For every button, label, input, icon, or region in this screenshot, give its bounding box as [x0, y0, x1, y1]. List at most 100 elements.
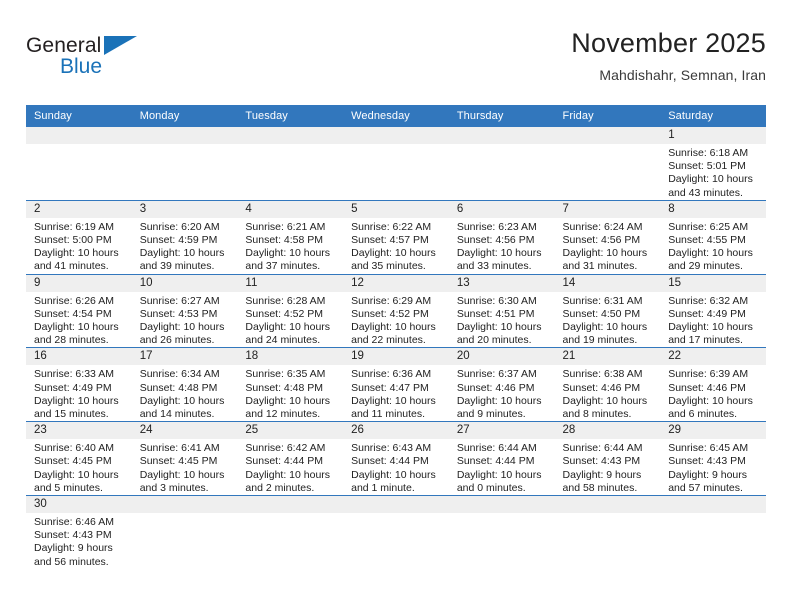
sunset-text: Sunset: 4:46 PM: [562, 381, 641, 394]
page-title: November 2025: [571, 28, 766, 58]
day-number: [26, 127, 132, 144]
day-details: Sunrise: 6:45 AM Sunset: 4:43 PM Daylight:…: [660, 439, 766, 495]
calendar-cell-empty: [343, 127, 449, 201]
daylight-text-line2: and 33 minutes.: [456, 260, 532, 273]
calendar-day-cell[interactable]: 13 Sunrise: 6:30 AM Sunset: 4:51 PM Dayligh…: [448, 273, 555, 348]
sunrise-text: Sunrise: 6:34 AM: [139, 368, 220, 381]
calendar-day-cell[interactable]: 26 Sunrise: 6:43 AM Sunset: 4:44 PM Dayligh…: [343, 421, 449, 496]
calendar-day-cell[interactable]: 12 Sunrise: 6:29 AM Sunset: 4:52 PM Dayligh…: [343, 273, 449, 348]
sunrise-text: Sunrise: 6:26 AM: [34, 294, 114, 307]
calendar-day-cell[interactable]: 28 Sunrise: 6:44 AM Sunset: 4:43 PM Dayligh…: [554, 421, 661, 496]
daylight-text-line1: Daylight: 10 hours: [456, 394, 542, 407]
calendar-cell-empty: [660, 495, 766, 569]
calendar-cell-empty: [554, 495, 661, 569]
day-details: Sunrise: 6:24 AM Sunset: 4:56 PM Daylight:…: [555, 218, 661, 274]
day-number: 14: [554, 274, 661, 292]
sunrise-text: Sunrise: 6:45 AM: [668, 442, 749, 455]
daylight-text-line1: Daylight: 10 hours: [668, 173, 753, 186]
daylight-text-line1: Daylight: 10 hours: [668, 321, 753, 334]
weekday-header-row: Sunday Monday Tuesday Wednesday Thursday…: [26, 105, 766, 127]
calendar-day-cell[interactable]: 6 Sunrise: 6:23 AM Sunset: 4:56 PM Daylight…: [448, 199, 555, 275]
sunrise-text: Sunrise: 6:42 AM: [245, 442, 326, 455]
day-details: Sunrise: 6:32 AM Sunset: 4:49 PM Daylight:…: [660, 292, 766, 348]
daylight-text-line2: and 58 minutes.: [562, 481, 638, 494]
day-details: Sunrise: 6:28 AM Sunset: 4:52 PM Daylight:…: [237, 292, 343, 348]
daylight-text-line1: Daylight: 10 hours: [351, 394, 436, 407]
day-details: Sunrise: 6:22 AM Sunset: 4:57 PM Daylight:…: [343, 218, 449, 274]
sunset-text: Sunset: 4:49 PM: [668, 307, 746, 320]
daylight-text-line2: and 5 minutes.: [34, 481, 103, 494]
calendar-day-cell[interactable]: 23 Sunrise: 6:40 AM Sunset: 4:45 PM Dayligh…: [26, 421, 132, 496]
sunrise-text: Sunrise: 6:37 AM: [456, 368, 537, 381]
sunrise-text: Sunrise: 6:32 AM: [668, 294, 749, 307]
day-number: 28: [554, 422, 661, 440]
calendar-day-cell[interactable]: 16 Sunrise: 6:33 AM Sunset: 4:49 PM Dayligh…: [26, 347, 132, 422]
calendar-day-cell[interactable]: 25 Sunrise: 6:42 AM Sunset: 4:44 PM Dayligh…: [237, 421, 344, 496]
day-details: Sunrise: 6:39 AM Sunset: 4:46 PM Daylight:…: [660, 365, 766, 421]
daylight-text-line2: and 1 minute.: [351, 481, 415, 494]
day-number: 24: [131, 422, 238, 440]
calendar-day-cell[interactable]: 9 Sunrise: 6:26 AM Sunset: 4:54 PM Daylight…: [26, 273, 132, 348]
calendar-week-row: 9 Sunrise: 6:26 AM Sunset: 4:54 PM Daylight…: [26, 273, 766, 348]
day-number: 29: [660, 422, 766, 440]
calendar-day-cell[interactable]: 17 Sunrise: 6:34 AM Sunset: 4:48 PM Dayligh…: [131, 347, 238, 422]
brand-name-general: General: [26, 34, 102, 57]
sunset-text: Sunset: 4:44 PM: [245, 455, 324, 468]
calendar-day-cell[interactable]: 8 Sunrise: 6:25 AM Sunset: 4:55 PM Daylight…: [660, 199, 766, 275]
calendar-day-cell[interactable]: 1 Sunrise: 6:18 AM Sunset: 5:01 PM Daylight…: [660, 127, 766, 201]
calendar-day-cell[interactable]: 10 Sunrise: 6:27 AM Sunset: 4:53 PM Dayligh…: [131, 273, 238, 348]
daylight-text-line2: and 2 minutes.: [245, 481, 315, 494]
calendar-day-cell[interactable]: 4 Sunrise: 6:21 AM Sunset: 4:58 PM Daylight…: [237, 199, 344, 275]
calendar-day-cell[interactable]: 20 Sunrise: 6:37 AM Sunset: 4:46 PM Dayligh…: [448, 347, 555, 422]
calendar-day-cell[interactable]: 19 Sunrise: 6:36 AM Sunset: 4:47 PM Dayligh…: [343, 347, 449, 422]
sunset-text: Sunset: 4:54 PM: [34, 307, 112, 320]
sunrise-text: Sunrise: 6:44 AM: [456, 442, 537, 455]
sunset-text: Sunset: 4:44 PM: [351, 455, 429, 468]
sunset-text: Sunset: 4:43 PM: [562, 455, 641, 468]
daylight-text-line2: and 6 minutes.: [668, 408, 738, 421]
day-number: 20: [448, 348, 555, 366]
calendar-day-cell[interactable]: 24 Sunrise: 6:41 AM Sunset: 4:45 PM Dayligh…: [131, 421, 238, 496]
day-number: [554, 127, 661, 144]
sunrise-text: Sunrise: 6:20 AM: [139, 220, 220, 233]
calendar-day-cell[interactable]: 30 Sunrise: 6:46 AM Sunset: 4:43 PM Dayligh…: [26, 495, 132, 569]
calendar-day-cell[interactable]: 5 Sunrise: 6:22 AM Sunset: 4:57 PM Daylight…: [343, 199, 449, 275]
sunset-text: Sunset: 4:43 PM: [668, 455, 746, 468]
daylight-text-line1: Daylight: 10 hours: [562, 247, 648, 260]
daylight-text-line2: and 17 minutes.: [668, 334, 743, 347]
sunset-text: Sunset: 4:56 PM: [562, 234, 641, 247]
daylight-text-line1: Daylight: 10 hours: [34, 394, 119, 407]
calendar-day-cell[interactable]: 14 Sunrise: 6:31 AM Sunset: 4:50 PM Dayligh…: [554, 273, 661, 348]
daylight-text-line2: and 11 minutes.: [351, 408, 426, 421]
calendar-day-cell[interactable]: 11 Sunrise: 6:28 AM Sunset: 4:52 PM Dayligh…: [237, 273, 344, 348]
weekday-header-sunday: Sunday: [26, 105, 132, 127]
sunset-text: Sunset: 5:00 PM: [34, 234, 112, 247]
day-number: 15: [660, 274, 766, 292]
calendar-day-cell[interactable]: 3 Sunrise: 6:20 AM Sunset: 4:59 PM Daylight…: [131, 199, 238, 275]
daylight-text-line2: and 14 minutes.: [139, 408, 215, 421]
calendar-day-cell[interactable]: 7 Sunrise: 6:24 AM Sunset: 4:56 PM Daylight…: [554, 199, 661, 275]
calendar-day-cell[interactable]: 22 Sunrise: 6:39 AM Sunset: 4:46 PM Dayligh…: [660, 347, 766, 422]
calendar-day-cell[interactable]: 29 Sunrise: 6:45 AM Sunset: 4:43 PM Dayligh…: [660, 421, 766, 496]
day-number: 16: [26, 348, 132, 366]
day-number: [660, 496, 766, 514]
day-number: [237, 127, 344, 144]
day-details: Sunrise: 6:44 AM Sunset: 4:44 PM Daylight:…: [449, 439, 555, 495]
day-details: Sunrise: 6:42 AM Sunset: 4:44 PM Daylight:…: [237, 439, 343, 495]
day-number: 11: [237, 274, 344, 292]
brand-logo[interactable]: General Blue: [26, 34, 256, 78]
calendar-day-cell[interactable]: 27 Sunrise: 6:44 AM Sunset: 4:44 PM Dayligh…: [448, 421, 555, 496]
calendar-cell-empty: [343, 495, 449, 569]
day-number: [237, 496, 344, 514]
calendar-day-cell[interactable]: 2 Sunrise: 6:19 AM Sunset: 5:00 PM Daylight…: [26, 199, 132, 275]
daylight-text-line1: Daylight: 10 hours: [245, 468, 331, 481]
sunrise-text: Sunrise: 6:33 AM: [34, 368, 114, 381]
calendar-day-cell[interactable]: 18 Sunrise: 6:35 AM Sunset: 4:48 PM Dayligh…: [237, 347, 344, 422]
sunset-text: Sunset: 4:58 PM: [245, 234, 324, 247]
daylight-text-line2: and 24 minutes.: [245, 334, 321, 347]
calendar-day-cell[interactable]: 15 Sunrise: 6:32 AM Sunset: 4:49 PM Dayligh…: [660, 273, 766, 348]
calendar-day-cell[interactable]: 21 Sunrise: 6:38 AM Sunset: 4:46 PM Dayligh…: [554, 347, 661, 422]
day-number: [131, 127, 238, 144]
day-number: 27: [448, 422, 555, 440]
day-number: 1: [660, 127, 766, 144]
